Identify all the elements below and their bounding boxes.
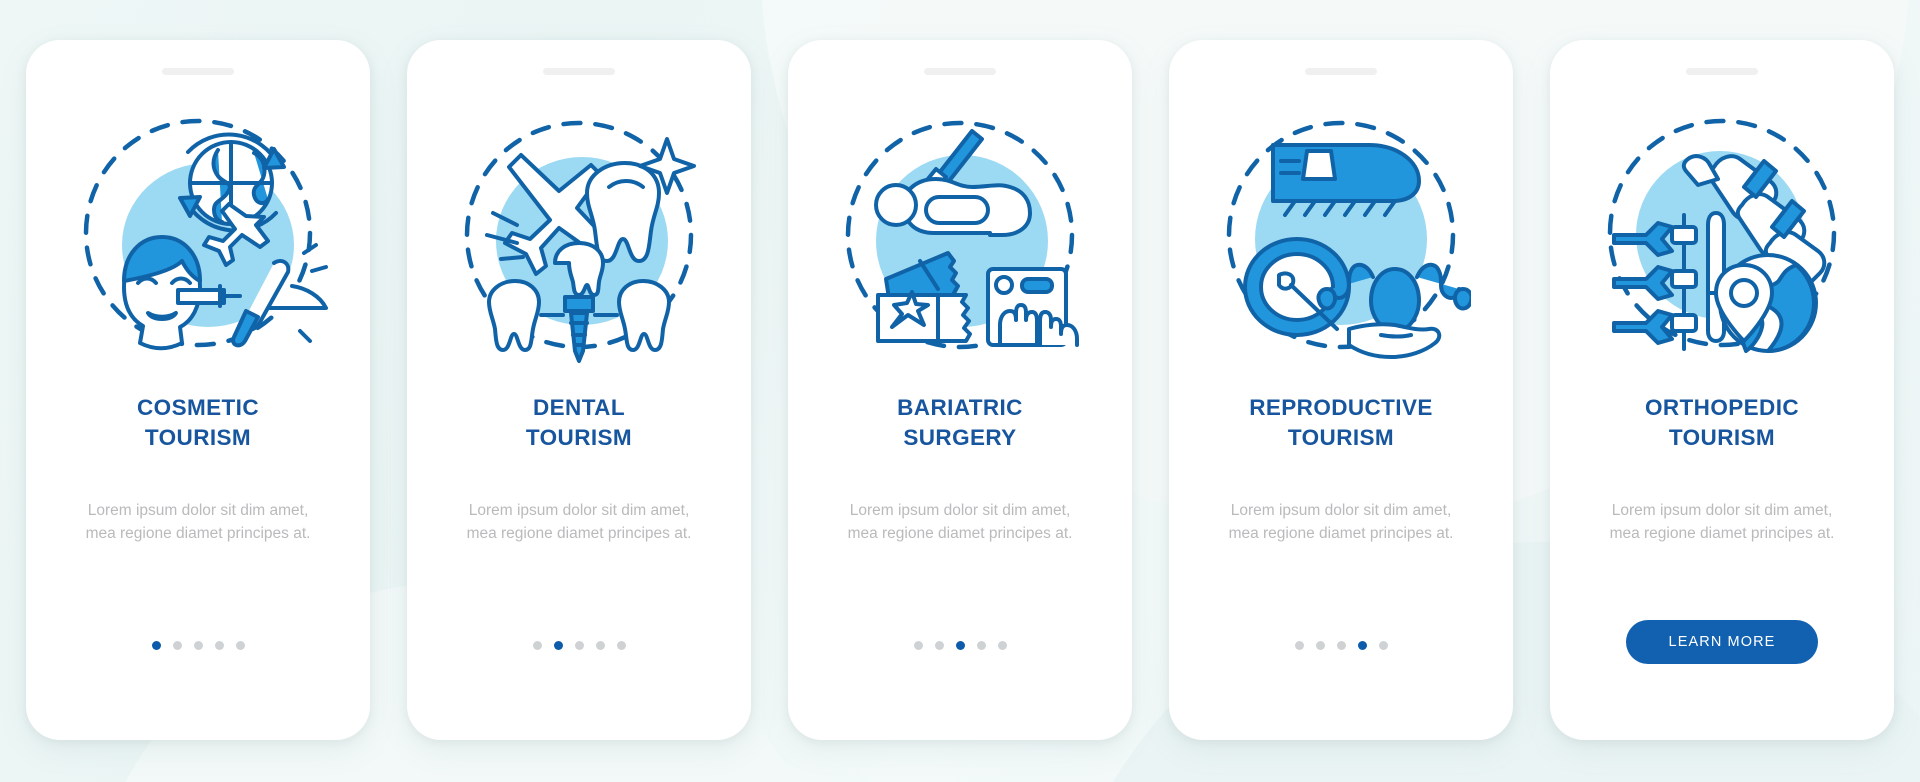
pagination-dot-4[interactable] <box>976 641 986 650</box>
page-title-line-1: COSMETIC <box>137 395 259 420</box>
pagination-dot-2[interactable] <box>934 641 944 650</box>
page-title: DENTAL TOURISM <box>526 393 632 452</box>
bariatric-surgery-illustration <box>830 105 1090 365</box>
dental-tourism-illustration <box>449 105 709 365</box>
pagination-dot-1[interactable] <box>532 641 542 650</box>
cosmetic-tourism-illustration <box>68 105 328 365</box>
page-description: Lorem ipsum dolor sit dim amet, mea regi… <box>85 502 311 542</box>
learn-more-button[interactable]: LEARN MORE <box>1626 620 1818 664</box>
pagination-dot-5[interactable] <box>1378 641 1388 650</box>
pagination-dot-1[interactable] <box>1294 641 1304 650</box>
pagination-dot-3[interactable] <box>955 641 965 650</box>
pagination-dot-1[interactable] <box>151 641 161 650</box>
page-title-line-1: DENTAL <box>533 395 625 420</box>
pagination-dot-2[interactable] <box>553 641 563 650</box>
page-title-line-1: REPRODUCTIVE <box>1249 395 1433 420</box>
onboarding-screen-cosmetic-tourism: COSMETIC TOURISM Lorem ipsum dolor sit d… <box>26 40 370 740</box>
page-title-line-1: ORTHOPEDIC <box>1644 395 1799 420</box>
pagination-dot-3[interactable] <box>574 641 584 650</box>
page-title-line-1: BARIATRIC <box>897 395 1023 420</box>
pagination-dots[interactable] <box>407 641 751 650</box>
onboarding-screen-dental-tourism: DENTAL TOURISM Lorem ipsum dolor sit dim… <box>407 40 751 740</box>
onboarding-screens-row: COSMETIC TOURISM Lorem ipsum dolor sit d… <box>0 0 1920 782</box>
pagination-dot-2[interactable] <box>1315 641 1325 650</box>
reproductive-tourism-illustration <box>1211 105 1471 365</box>
page-title-line-2: TOURISM <box>525 424 633 450</box>
onboarding-screen-bariatric-surgery: BARIATRIC SURGERY Lorem ipsum dolor sit … <box>788 40 1132 740</box>
onboarding-screen-reproductive-tourism: REPRODUCTIVE TOURISM Lorem ipsum dolor s… <box>1169 40 1513 740</box>
page-title: REPRODUCTIVE TOURISM <box>1249 393 1433 452</box>
page-title-line-2: TOURISM <box>144 424 252 450</box>
page-title-line-2: TOURISM <box>1668 424 1776 450</box>
pagination-dot-1[interactable] <box>913 641 923 650</box>
page-title: ORTHOPEDIC TOURISM <box>1645 393 1799 452</box>
pagination-dots[interactable] <box>788 641 1132 650</box>
phone-speaker-notch <box>1305 68 1377 75</box>
page-title: COSMETIC TOURISM <box>137 393 259 452</box>
phone-speaker-notch <box>1686 68 1758 75</box>
pagination-dot-4[interactable] <box>214 641 224 650</box>
page-description: Lorem ipsum dolor sit dim amet, mea regi… <box>466 502 692 542</box>
pagination-dots[interactable] <box>1169 641 1513 650</box>
pagination-dot-5[interactable] <box>235 641 245 650</box>
phone-speaker-notch <box>543 68 615 75</box>
pagination-dot-5[interactable] <box>616 641 626 650</box>
pagination-dots[interactable] <box>26 641 370 650</box>
phone-speaker-notch <box>162 68 234 75</box>
phone-speaker-notch <box>924 68 996 75</box>
page-title-line-2: TOURISM <box>1287 424 1395 450</box>
page-description: Lorem ipsum dolor sit dim amet, mea regi… <box>847 502 1073 542</box>
pagination-dot-2[interactable] <box>172 641 182 650</box>
pagination-dot-4[interactable] <box>1357 641 1367 650</box>
page-description: Lorem ipsum dolor sit dim amet, mea regi… <box>1228 502 1454 542</box>
orthopedic-tourism-illustration <box>1592 105 1852 365</box>
onboarding-screen-orthopedic-tourism: ORTHOPEDIC TOURISM Lorem ipsum dolor sit… <box>1550 40 1894 740</box>
pagination-dot-4[interactable] <box>595 641 605 650</box>
page-description: Lorem ipsum dolor sit dim amet, mea regi… <box>1609 502 1835 542</box>
pagination-dot-5[interactable] <box>997 641 1007 650</box>
pagination-dot-3[interactable] <box>1336 641 1346 650</box>
page-title-line-2: SURGERY <box>903 424 1017 450</box>
pagination-dot-3[interactable] <box>193 641 203 650</box>
page-title: BARIATRIC SURGERY <box>897 393 1023 452</box>
